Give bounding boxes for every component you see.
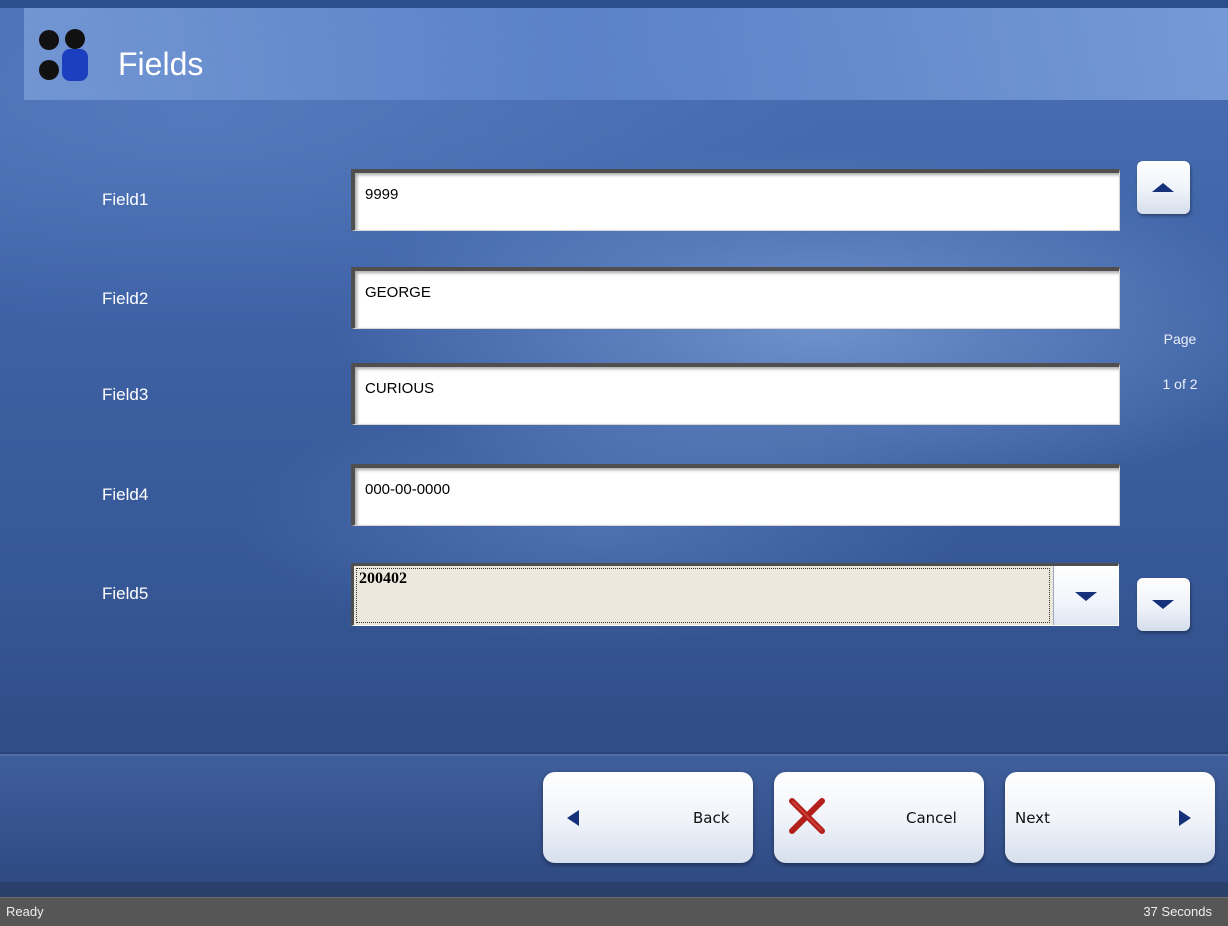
next-button-label: Next	[1015, 809, 1050, 827]
dropdown-toggle-button[interactable]	[1053, 566, 1118, 625]
page-title: Fields	[118, 46, 204, 82]
chevron-down-icon	[1075, 592, 1097, 601]
footer-divider	[0, 754, 1228, 756]
footer-bottom-band	[0, 882, 1228, 897]
field4-label: Field4	[102, 485, 149, 504]
field5-label: Field5	[102, 584, 149, 603]
field1-label: Field1	[102, 190, 149, 209]
page-down-button[interactable]	[1137, 578, 1190, 631]
field1-input[interactable]: 9999	[351, 169, 1120, 231]
status-bar: Ready 37 Seconds	[0, 897, 1228, 926]
arrow-down-icon	[1152, 600, 1174, 609]
arrow-up-icon	[1152, 183, 1174, 192]
arrow-right-icon	[1179, 810, 1191, 826]
cancel-button-label: Cancel	[906, 809, 957, 827]
cancel-x-icon	[789, 798, 825, 834]
field3-input[interactable]: CURIOUS	[351, 363, 1120, 425]
field5-value: 200402	[359, 570, 407, 587]
four-dots-logo-icon	[39, 29, 88, 81]
status-text: Ready	[6, 904, 44, 919]
page-label: Page	[1163, 331, 1197, 347]
focus-rect	[356, 568, 1050, 623]
top-border	[0, 0, 1228, 8]
field2-label: Field2	[102, 289, 149, 308]
next-button[interactable]: Next	[1005, 772, 1215, 863]
cancel-button[interactable]: Cancel	[774, 772, 984, 863]
field2-input[interactable]: GEORGE	[351, 267, 1120, 329]
back-button-label: Back	[693, 809, 730, 827]
arrow-left-icon	[567, 810, 579, 826]
page-up-button[interactable]	[1137, 161, 1190, 214]
field4-input[interactable]: 000-00-0000	[351, 464, 1120, 526]
timer-text: 37 Seconds	[1143, 904, 1212, 919]
field5-dropdown[interactable]: 200402	[351, 563, 1119, 626]
header-bar	[24, 8, 1228, 100]
field3-label: Field3	[102, 385, 149, 404]
page-count: 1 of 2	[1162, 376, 1198, 392]
back-button[interactable]: Back	[543, 772, 753, 863]
